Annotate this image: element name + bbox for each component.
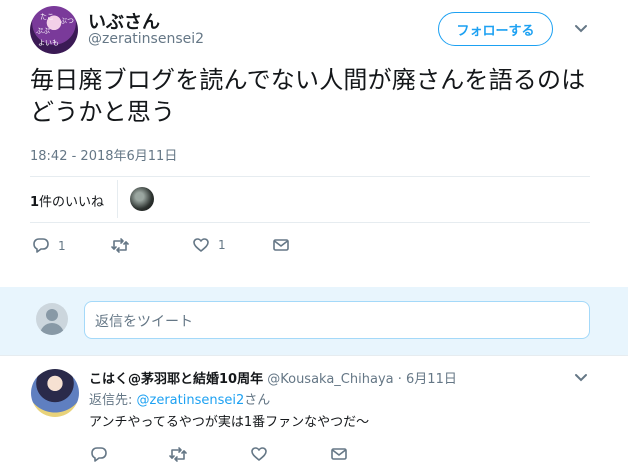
reply-composer: 返信をツイート [0,287,628,355]
follow-button[interactable]: フォローする [438,12,553,46]
tweet-timestamp[interactable]: 18:42 - 2018年6月11日 [30,145,177,164]
liker-avatar[interactable] [130,187,154,211]
avatar-glyph: よいも [38,39,59,47]
reply-to-mention[interactable]: @zeratinsensei2 [137,393,245,408]
reply-count: 1 [58,238,66,253]
retweet-action[interactable] [110,237,138,254]
reply-author-handle[interactable]: @Kousaka_Chihaya [267,372,393,387]
dm-action[interactable] [330,446,348,462]
reply-author-avatar[interactable] [31,369,79,417]
divider [30,222,590,223]
main-tweet: たこ ぶつ ぷぷ よいも いぶさん @zeratinsensei2 フォローする… [0,0,628,290]
tweet-text: 毎日廃ブログを読んでない人間が廃さんを語るのはどうかと思う [30,66,586,126]
reply-tweet: こはく@茅羽耶と結婚10周年 @Kousaka_Chihaya · 6月11日 … [0,355,628,468]
avatar-glyph: ぶつ [60,17,74,25]
avatar-glyph: たこ [40,13,54,21]
reply-date[interactable]: 6月11日 [406,372,457,387]
like-action[interactable] [250,446,268,462]
like-count: 1 [218,238,226,252]
chevron-down-icon[interactable] [574,24,588,34]
avatar-glyph: ぷぷ [36,27,50,35]
reply-action[interactable]: 1 [32,237,66,254]
author-handle[interactable]: @zeratinsensei2 [88,31,204,47]
reply-text: アンチやってるやつが実は1番ファンなやつだ～ [89,415,370,430]
reply-icon [90,446,108,463]
reply-to-line: 返信先: @zeratinsensei2さん [89,389,270,408]
retweet-icon [110,237,130,254]
like-action[interactable]: 1 [192,237,226,253]
author-avatar[interactable]: たこ ぶつ ぷぷ よいも [30,6,78,54]
likes-label: 件のいいね [39,195,105,210]
retweet-action[interactable] [168,446,188,463]
likes-count: 1 [30,195,40,210]
dm-icon [330,446,348,462]
like-icon [192,237,210,253]
separator-dot: · [397,372,402,387]
reply-icon [32,237,50,254]
chevron-down-icon[interactable] [574,373,588,383]
dm-action[interactable] [272,237,290,253]
retweet-icon [168,446,188,463]
reply-author-name[interactable]: こはく@茅羽耶と結婚10周年 [89,372,263,387]
likes-summary[interactable]: 1件のいいね [30,191,104,210]
like-icon [250,446,268,462]
reply-to-suffix: さん [244,393,271,408]
dm-icon [272,237,290,253]
divider [117,180,118,218]
reply-header: こはく@茅羽耶と結婚10周年 @Kousaka_Chihaya · 6月11日 [89,368,457,387]
user-placeholder-icon [36,303,68,335]
reply-to-label: 返信先: [89,393,137,408]
reply-action[interactable] [90,446,108,463]
divider [30,176,590,177]
reply-input[interactable]: 返信をツイート [84,301,590,339]
